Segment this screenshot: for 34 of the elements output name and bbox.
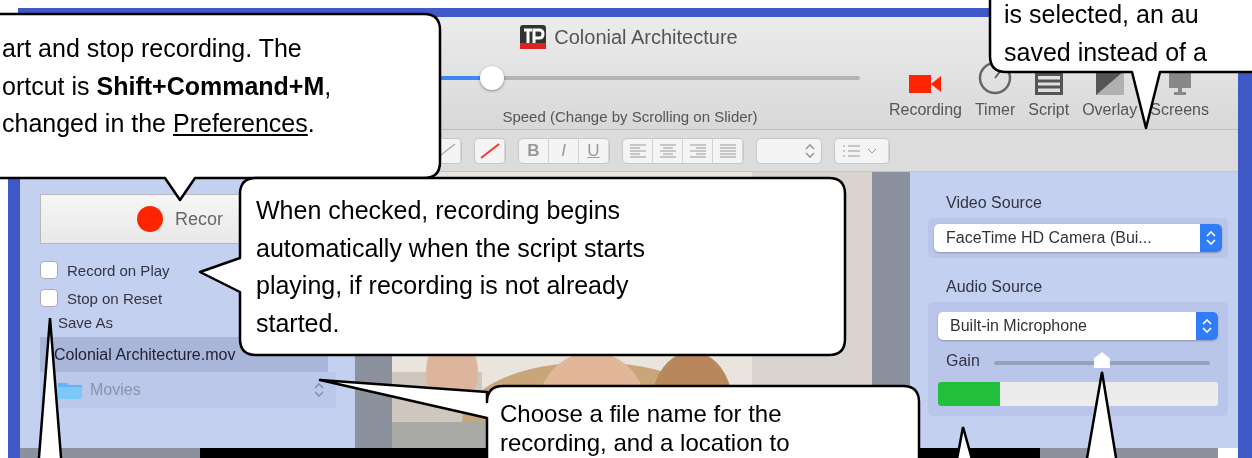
document-icon (1034, 73, 1063, 95)
checkbox-label: Record on Play (67, 261, 170, 279)
text-align-icon (688, 143, 707, 158)
callout-text: art and stop recording. The ortcut is Shift+Command+M, changed in the Preferences. (2, 33, 332, 139)
diagonal-line-icon (479, 142, 500, 159)
chevron-up-down-icon (1202, 318, 1212, 334)
overlay-icon (1095, 71, 1124, 95)
speed-label: Speed (Change by Scrolling on Slider) (502, 108, 758, 125)
preferences-link[interactable]: Preferences (173, 109, 308, 137)
checkbox[interactable] (40, 261, 58, 279)
audio-source-popup[interactable]: Built-in Microphone (938, 312, 1218, 340)
video-source-popup[interactable]: FaceTime HD Camera (Bui... (934, 224, 1222, 252)
gain-label: Gain (946, 352, 980, 370)
chevron-up-down-icon (805, 142, 815, 159)
folder-icon (58, 381, 82, 399)
chevron-up-down-icon (1206, 230, 1216, 246)
chevron-up-down-icon (314, 382, 324, 398)
callout-text: Choose a file name for the recording, and a location to (500, 399, 790, 457)
slider-thumb[interactable] (1093, 352, 1110, 368)
text-align-icon (658, 143, 677, 158)
field-label: Audio Source (945, 278, 1044, 296)
text-align-icon (628, 143, 647, 158)
field-label: Video Source (945, 194, 1043, 212)
checkbox-label: Stop on Reset (67, 289, 163, 307)
size-stepper[interactable] (756, 137, 822, 164)
toolbar-button[interactable]: Recording (889, 61, 962, 125)
video-camera-icon (909, 73, 942, 95)
app-logo-icon (520, 25, 547, 49)
checkbox[interactable] (40, 289, 58, 307)
gain-slider[interactable] (993, 352, 1210, 370)
window-title: Colonial Architecture (554, 25, 738, 49)
slider-thumb[interactable] (480, 66, 504, 90)
text-align-icon (718, 143, 737, 158)
save-as-label: Save As (58, 314, 114, 331)
